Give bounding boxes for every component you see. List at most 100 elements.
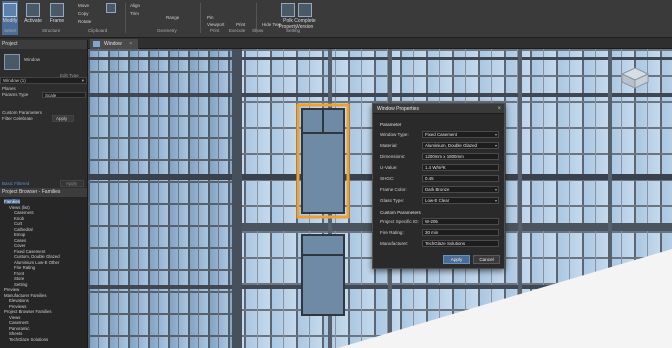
tab-window[interactable]: Window × [90, 39, 139, 49]
floor-slab [88, 57, 672, 60]
version-icon [298, 3, 312, 17]
group-label-print: Print [210, 28, 220, 33]
tree-item[interactable]: Curt [14, 221, 22, 226]
param-label: Frame Color: [380, 187, 407, 192]
status-link[interactable]: Basic Filtered [2, 181, 29, 186]
tree-item[interactable]: Manufacturer Families [4, 293, 47, 298]
cancel-button[interactable]: Cancel [473, 255, 500, 264]
tree-item[interactable]: Cases [14, 238, 26, 243]
param-select[interactable]: Fixed Casement ▾ [422, 131, 499, 138]
move-tool[interactable]: Move [78, 3, 89, 8]
chevron-down-icon: ▾ [494, 198, 497, 203]
tree-item[interactable]: Previews [9, 304, 26, 309]
group-label-clipboard: Clipboard [88, 28, 108, 33]
param-select[interactable]: Aluminium, Double Glazed ▾ [422, 142, 499, 149]
instance-selector[interactable]: Window (1) ▾ [0, 77, 87, 84]
filter-label: Filter Celebrate [2, 116, 33, 121]
window-properties-dialog: Window Properties × Parameter Window Typ… [372, 103, 505, 269]
param-field[interactable]: 30 min [422, 229, 499, 236]
copy-tool[interactable]: Copy [78, 11, 89, 16]
ribbon-separator [125, 3, 126, 33]
viewport-tool[interactable]: Viewport [207, 22, 224, 27]
activate-icon [26, 3, 40, 17]
tree-item[interactable]: Casement [9, 320, 29, 325]
apply-button[interactable]: Apply [443, 255, 470, 264]
trim-tool[interactable]: Trim [130, 11, 139, 16]
param-label: Material: [380, 143, 398, 148]
tree-item[interactable]: Knob [14, 216, 24, 221]
tree-item[interactable]: Setting [14, 282, 27, 287]
revit-app-window: Modify Activate Frame Move Copy Rotate A… [0, 0, 672, 348]
tree-item[interactable]: Casement [14, 210, 34, 215]
section-header: Parameter [380, 122, 402, 127]
activate-button[interactable]: Activate [22, 1, 44, 35]
lower-window [301, 234, 345, 316]
tree-item[interactable]: Emop [14, 232, 25, 237]
param-label: SHGC: [380, 176, 395, 181]
group-label-show: Show [252, 28, 264, 33]
param-field[interactable]: TechGlaze Solutions [422, 240, 499, 247]
corner-column [232, 49, 242, 348]
group-label-execute: Execute [229, 28, 246, 33]
chevron-down-icon: ▾ [494, 187, 497, 192]
group-label-geometry: Geometry [157, 28, 177, 33]
apply-small-button[interactable]: Apply [52, 115, 74, 122]
align-tool[interactable]: Align [130, 3, 140, 8]
param-label: Params Type [2, 92, 29, 97]
param-select[interactable]: Low-E Clear ▾ [422, 197, 499, 204]
floor-slab [88, 93, 672, 97]
chevron-down-icon: ▾ [494, 143, 497, 148]
tree-item[interactable]: Preview [4, 287, 19, 292]
tree-item[interactable]: Cathedral [14, 227, 33, 232]
tree-item[interactable]: Panoramic [9, 326, 30, 331]
tree-item[interactable]: Fire Rating [14, 265, 35, 270]
tree-item[interactable]: Front [14, 271, 24, 276]
param-label: Project Specific ID: [380, 219, 419, 224]
tree-item[interactable]: Sheets [9, 331, 22, 336]
tree-item[interactable]: Project Browser Families [4, 309, 52, 314]
tree-item[interactable]: Fixed Casement [14, 249, 45, 254]
custom-params-header: Custom Parameters [2, 110, 43, 115]
param-value-field[interactable]: Scale [42, 92, 86, 98]
param-field[interactable]: W-205 [422, 218, 499, 225]
type-thumbnail [4, 54, 20, 70]
view-cube-icon[interactable] [620, 66, 650, 90]
print-tool[interactable]: Print [236, 22, 245, 27]
tree-item[interactable]: TechGlaze Solutions [9, 337, 48, 342]
custom-params-header: Custom Parameters [380, 210, 421, 215]
param-select[interactable]: Dark Bronze ▾ [422, 186, 499, 193]
tree-item[interactable]: Views (list) [9, 205, 30, 210]
tree-item[interactable]: Elevations [9, 298, 29, 303]
section-params: Planes [2, 86, 16, 91]
ribbon-separator [200, 3, 201, 33]
close-icon[interactable]: × [129, 41, 132, 47]
tree-item[interactable]: Aluminium Low-E Other [14, 260, 59, 265]
param-label: U-Value: [380, 165, 398, 170]
param-field[interactable]: 1.4 W/m²K [422, 164, 499, 171]
param-field[interactable]: 1200mm x 1800mm [422, 153, 499, 160]
tree-item[interactable]: Families [4, 199, 20, 204]
param-field[interactable]: 0.45 [422, 175, 499, 182]
param-label: Glass Type: [380, 198, 405, 203]
apply-button[interactable]: Apply [60, 180, 84, 187]
chevron-down-icon: ▾ [494, 132, 497, 137]
param-label: Fire Rating: [380, 230, 404, 235]
param-label: Manufacturer: [380, 241, 409, 246]
tree-item[interactable]: Views [9, 315, 20, 320]
tree-item[interactable]: Cover [14, 243, 25, 248]
group-label-setting: Setting [286, 28, 301, 33]
paste-icon [106, 3, 116, 13]
tree-item[interactable]: Custom, Double Glazed [14, 254, 60, 259]
rotate-tool[interactable]: Rotate [78, 19, 91, 24]
range-tool[interactable]: Range [166, 15, 179, 20]
properties-header: Project [0, 40, 87, 49]
properties-panel: Project Window Edit Type Window (1) ▾ Pl… [0, 40, 88, 188]
ribbon-toolbar: Modify Activate Frame Move Copy Rotate A… [0, 0, 672, 38]
cursor-arrow-icon [3, 3, 17, 17]
close-icon[interactable]: × [497, 104, 501, 114]
tree-item[interactable]: Store [14, 276, 24, 281]
pin-tool[interactable]: Pin [207, 15, 214, 20]
frame-icon [50, 3, 64, 17]
param-label: Dimensions: [380, 154, 406, 159]
dialog-title: Window Properties [373, 104, 504, 114]
